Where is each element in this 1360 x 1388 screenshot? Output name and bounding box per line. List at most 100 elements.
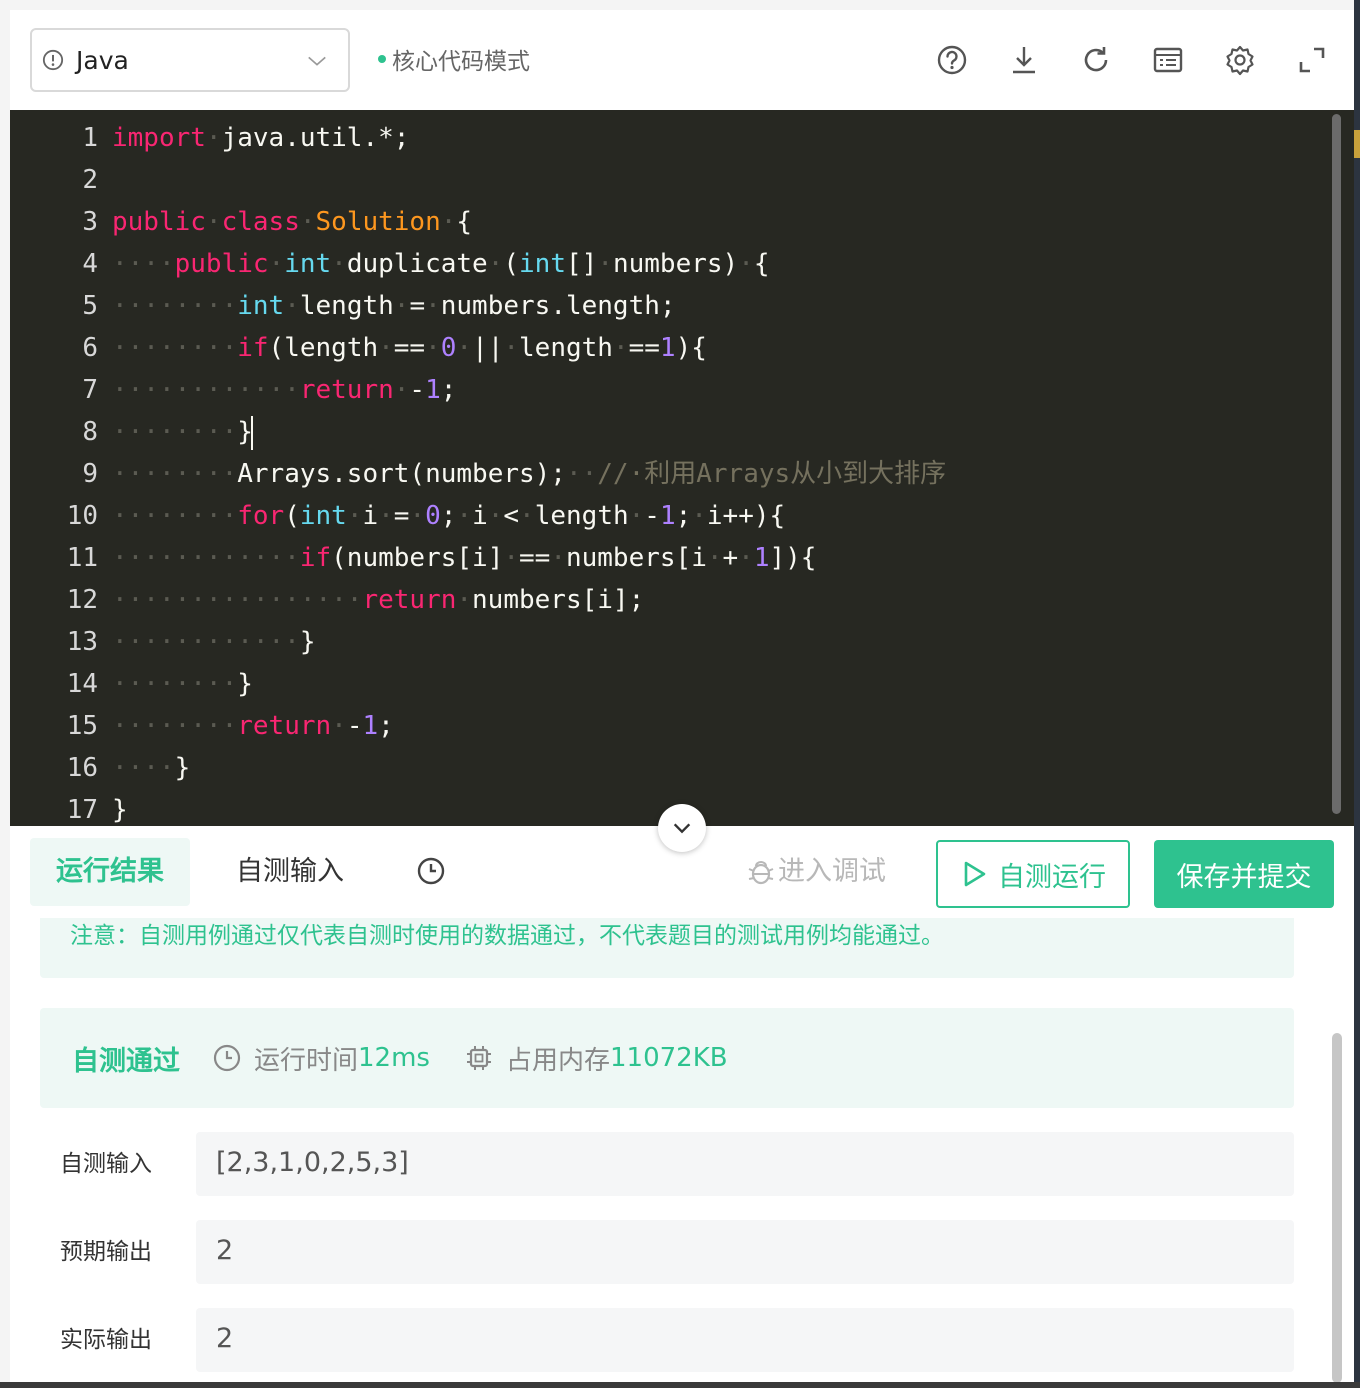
code-line[interactable]: 13 ············} — [10, 621, 946, 663]
code-text[interactable]: ········return·-1; — [112, 705, 394, 747]
code-line[interactable]: 17} — [10, 789, 946, 826]
code-token: ···· — [112, 753, 175, 783]
code-token: ){ — [675, 333, 707, 363]
collapse-editor-button[interactable] — [658, 804, 706, 852]
code-line[interactable]: 16 ····} — [10, 747, 946, 789]
code-token: 1 — [425, 375, 441, 405]
line-number: 3 — [82, 207, 98, 237]
code-token: · — [487, 501, 504, 531]
code-text[interactable]: public·class·Solution·{ — [112, 201, 472, 243]
code-token: = — [393, 501, 410, 531]
enter-debug-button[interactable]: 进入调试 — [746, 838, 886, 906]
code-text[interactable]: ········} — [112, 411, 253, 453]
save-and-submit-button[interactable]: 保存并提交 — [1154, 840, 1334, 908]
code-token: } — [112, 795, 128, 825]
code-line[interactable]: 11 ············if(numbers[i]·==·numbers[i… — [10, 537, 946, 579]
code-text[interactable]: ········if(length·==·0·||·length·==1){ — [112, 327, 707, 369]
code-text[interactable]: ········Arrays.sort(numbers);··//·利用Arra… — [112, 453, 946, 495]
self-test-run-button[interactable]: 自测运行 — [936, 840, 1130, 908]
line-number: 12 — [66, 585, 98, 615]
code-token: · — [738, 249, 754, 279]
editor-scrollbar[interactable] — [1332, 114, 1341, 814]
code-line[interactable]: 9 ········Arrays.sort(numbers);··//·利用Arr… — [10, 453, 946, 495]
code-lines[interactable]: 1 import·java.util.*; 2 3 public·class·Solut… — [10, 117, 946, 826]
code-token: + — [722, 543, 739, 573]
code-token: { — [753, 249, 770, 279]
code-token: { — [456, 207, 473, 237]
code-text[interactable]: ········for(int·i·=·0;·i·<·length·-1;·i+… — [112, 495, 785, 537]
self-test-run-label: 自测运行 — [998, 861, 1106, 893]
code-token: if — [237, 333, 269, 363]
code-token: ········ — [112, 459, 238, 489]
code-text[interactable]: ················return·numbers[i]; — [112, 579, 644, 621]
code-line[interactable]: 3 public·class·Solution·{ — [10, 201, 946, 243]
code-text[interactable]: ············if(numbers[i]·==·numbers[i·+… — [112, 537, 816, 579]
code-text[interactable]: ····public·int·duplicate·(int[]·numbers)… — [112, 243, 770, 285]
code-line[interactable]: 12 ················return·numbers[i]; — [10, 579, 946, 621]
line-number: 10 — [66, 501, 98, 531]
code-text[interactable]: ········} — [112, 663, 253, 705]
code-text[interactable]: ············return·-1; — [112, 369, 456, 411]
code-token: [] — [566, 249, 598, 279]
code-token: ········ — [112, 291, 238, 321]
code-line[interactable]: 1 import·java.util.*; — [10, 117, 946, 159]
run-time-value: 12ms — [358, 1043, 430, 1073]
code-token: · — [738, 543, 754, 573]
settings-icon[interactable] — [1222, 42, 1258, 78]
code-text[interactable]: } — [112, 789, 128, 826]
code-token: java.util.*; — [221, 123, 410, 153]
line-number: 13 — [66, 627, 98, 657]
code-token: for — [237, 501, 285, 531]
code-line[interactable]: 2 — [10, 159, 946, 201]
code-line[interactable]: 8 ········} — [10, 411, 946, 453]
info-icon — [42, 49, 64, 71]
code-token: public — [112, 207, 206, 237]
tab-self-input[interactable]: 自测输入 — [230, 838, 350, 906]
line-number: 11 — [66, 543, 98, 573]
code-token: · — [550, 543, 566, 573]
code-text[interactable]: ····} — [112, 747, 190, 789]
help-icon[interactable] — [934, 42, 970, 78]
download-icon[interactable] — [1006, 42, 1042, 78]
code-token: ········ — [112, 333, 238, 363]
code-line[interactable]: 4 ····public·int·duplicate·(int[]·numbers… — [10, 243, 946, 285]
input-label: 自测输入 — [60, 1151, 152, 1177]
results-scrollbar[interactable] — [1332, 1033, 1342, 1383]
chevron-down-icon — [308, 56, 326, 66]
status-dot — [378, 55, 386, 63]
fullscreen-icon[interactable] — [1294, 42, 1330, 78]
code-token: · — [456, 585, 473, 615]
code-line[interactable]: 5 ········int·length·=·numbers.length; — [10, 285, 946, 327]
history-clock-icon[interactable] — [416, 856, 446, 886]
code-token: ( — [503, 249, 520, 279]
code-text[interactable]: import·java.util.*; — [112, 117, 409, 159]
code-line[interactable]: 7 ············return·-1; — [10, 369, 946, 411]
refresh-icon[interactable] — [1078, 42, 1114, 78]
memory-label: 占用内存 — [505, 1045, 610, 1076]
self-test-input-row: 自测输入 [2,3,1,0,2,5,3] — [10, 1132, 1310, 1196]
code-line[interactable]: 14 ········} — [10, 663, 946, 705]
code-editor[interactable]: 1 import·java.util.*; 2 3 public·class·Solut… — [10, 110, 1354, 826]
code-line[interactable]: 10 ········for(int·i·=·0;·i·<·length·-1;·… — [10, 495, 946, 537]
code-token: ················ — [112, 585, 363, 615]
keyboard-icon[interactable] — [1150, 42, 1186, 78]
code-token: int — [284, 249, 332, 279]
code-token: } — [237, 669, 253, 699]
code-token: i — [472, 501, 488, 531]
code-text[interactable]: ············} — [112, 621, 316, 663]
code-token: ········ — [112, 501, 238, 531]
code-text[interactable]: ········int·length·=·numbers.length; — [112, 285, 676, 327]
tab-run-result[interactable]: 运行结果 — [30, 838, 190, 906]
code-token: public — [174, 249, 269, 279]
line-number: 4 — [82, 249, 98, 279]
code-token: numbers.length; — [440, 291, 676, 321]
code-token: ; — [378, 711, 394, 741]
code-line[interactable]: 6 ········if(length·==·0·||·length·==1){ — [10, 327, 946, 369]
code-token: duplicate — [346, 249, 488, 279]
expected-output-row: 预期输出 2 — [10, 1220, 1310, 1284]
code-line[interactable]: 15 ········return·-1; — [10, 705, 946, 747]
code-token: 1 — [659, 333, 676, 363]
language-select[interactable]: Java — [30, 28, 350, 92]
code-token: ············ — [112, 627, 300, 657]
line-number: 7 — [82, 375, 98, 405]
